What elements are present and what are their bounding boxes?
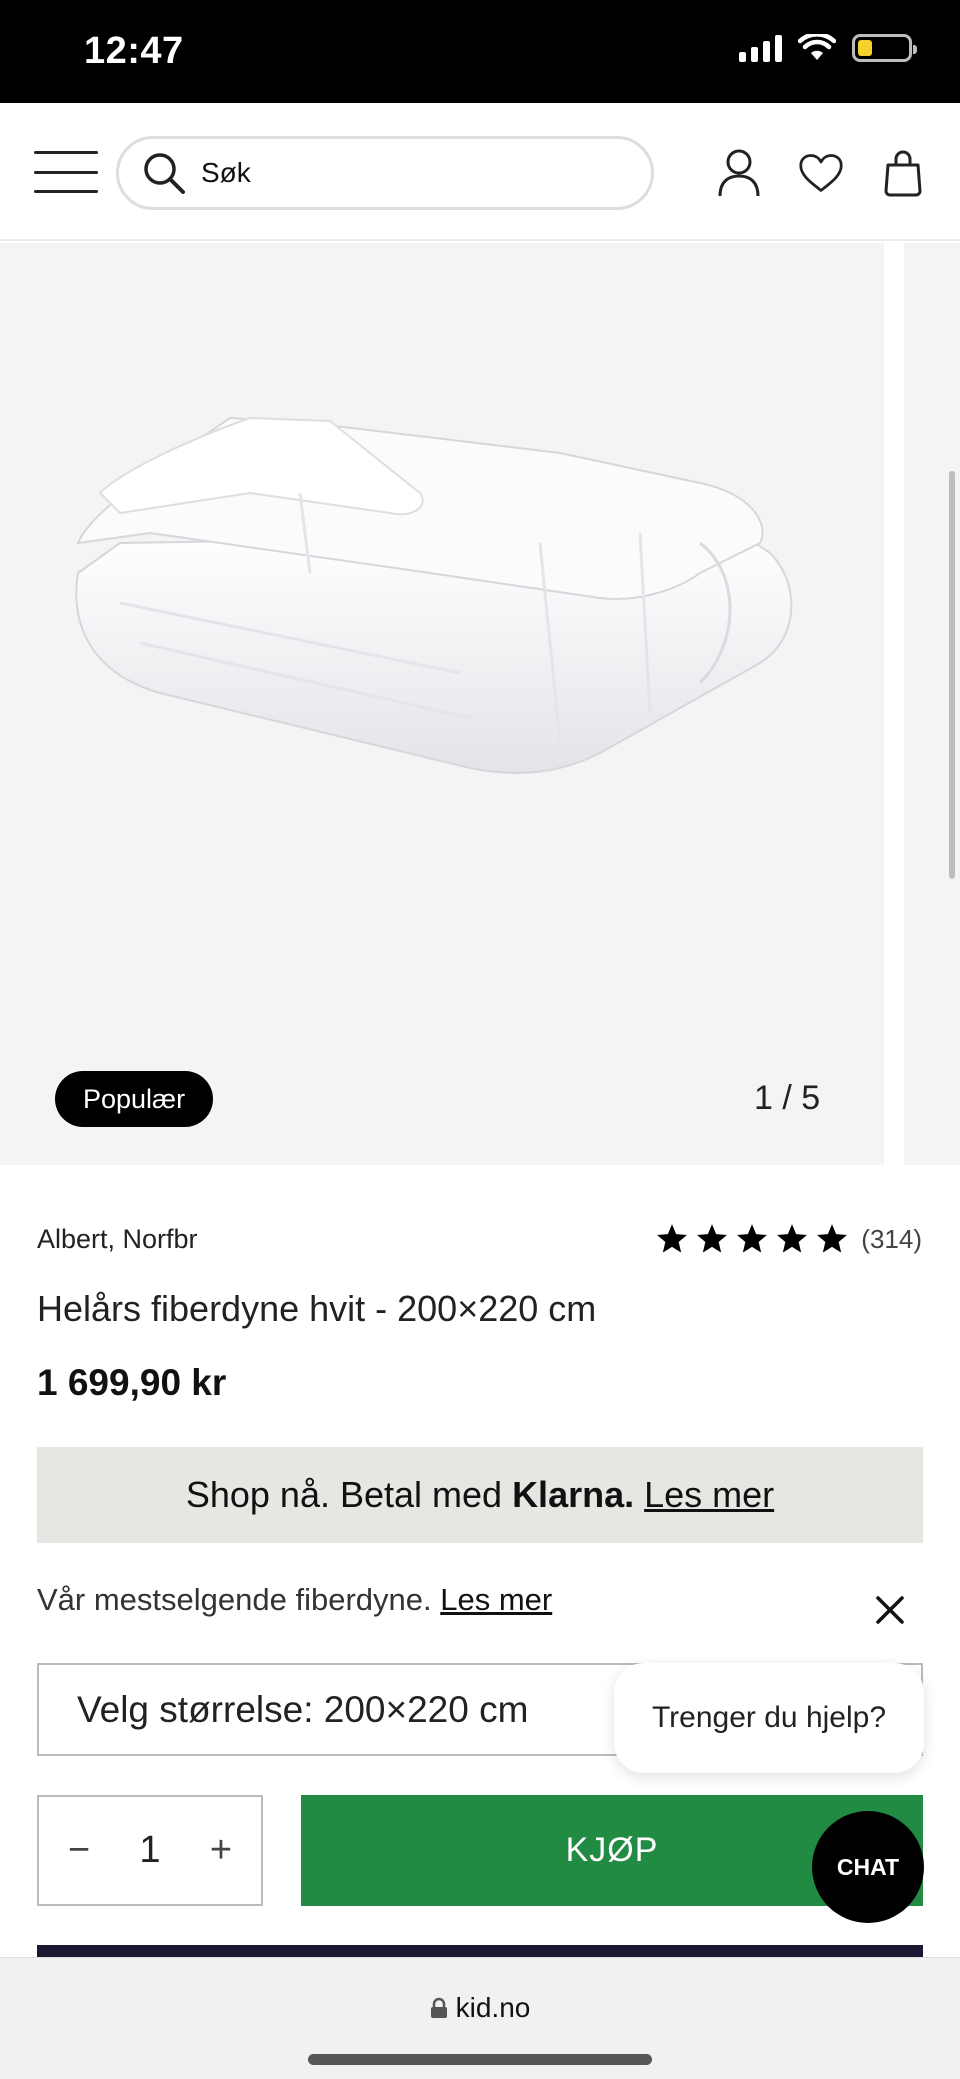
product-gallery[interactable]: Populær 1 / 5	[0, 243, 960, 1165]
star-icon	[817, 1224, 848, 1253]
wishlist-heart-icon[interactable]	[798, 147, 844, 199]
description-text: Vår mestselgende fiberdyne.	[37, 1582, 432, 1617]
home-indicator	[308, 2054, 652, 2065]
lock-icon	[430, 1997, 447, 2018]
klarna-read-more-link[interactable]: Les mer	[644, 1474, 774, 1516]
quantity-value[interactable]: 1	[139, 1829, 160, 1872]
browser-address-bar[interactable]: kid.no	[0, 1957, 960, 2079]
cart-bag-icon[interactable]	[880, 147, 926, 199]
quantity-stepper: − 1 +	[37, 1795, 263, 1906]
wifi-icon	[798, 34, 836, 60]
url-text: kid.no	[455, 1992, 531, 2023]
star-icon	[657, 1224, 688, 1253]
product-brand[interactable]: Albert, Norfbr	[37, 1224, 198, 1255]
status-icons	[739, 34, 917, 62]
duvet-image	[75, 416, 793, 774]
url-display[interactable]: kid.no	[0, 1992, 960, 2024]
menu-icon[interactable]	[34, 151, 98, 193]
close-icon[interactable]	[872, 1592, 908, 1628]
decrease-quantity-button[interactable]: −	[65, 1829, 93, 1872]
popular-badge: Populær	[55, 1071, 214, 1127]
chat-button[interactable]: CHAT	[812, 1811, 924, 1923]
page-scrollbar[interactable]	[949, 471, 955, 879]
klarna-prefix: Shop nå. Betal med	[185, 1474, 503, 1515]
star-icon	[697, 1224, 728, 1253]
battery-level	[858, 40, 872, 56]
search-icon	[144, 153, 185, 194]
site-header: Søk	[0, 103, 960, 241]
product-title: Helårs fiberdyne hvit - 200×220 cm	[37, 1288, 597, 1329]
cellular-signal-icon	[739, 34, 782, 62]
header-actions	[716, 147, 926, 199]
help-bubble[interactable]: Trenger du hjelp?	[614, 1663, 924, 1773]
image-counter: 1 / 5	[754, 1079, 821, 1117]
klarna-banner[interactable]: Shop nå. Betal med Klarna. Les mer	[37, 1447, 923, 1543]
product-image[interactable]	[0, 243, 884, 1165]
product-rating[interactable]: (314)	[655, 1222, 922, 1256]
status-bar: 12:47	[0, 0, 960, 103]
search-placeholder: Søk	[201, 157, 251, 188]
account-icon[interactable]	[716, 147, 762, 199]
star-icon	[777, 1224, 808, 1253]
search-input[interactable]: Søk	[116, 136, 654, 210]
product-price: 1 699,90 kr	[37, 1362, 227, 1403]
klarna-brand: Klarna.	[512, 1474, 635, 1515]
description-read-more-link[interactable]: Les mer	[440, 1582, 552, 1617]
rating-count: (314)	[861, 1223, 922, 1254]
star-icon	[737, 1224, 768, 1253]
status-time: 12:47	[84, 30, 184, 72]
battery-icon	[852, 34, 917, 62]
product-short-description: Vår mestselgende fiberdyne. Les mer	[37, 1582, 552, 1618]
increase-quantity-button[interactable]: +	[207, 1829, 235, 1872]
